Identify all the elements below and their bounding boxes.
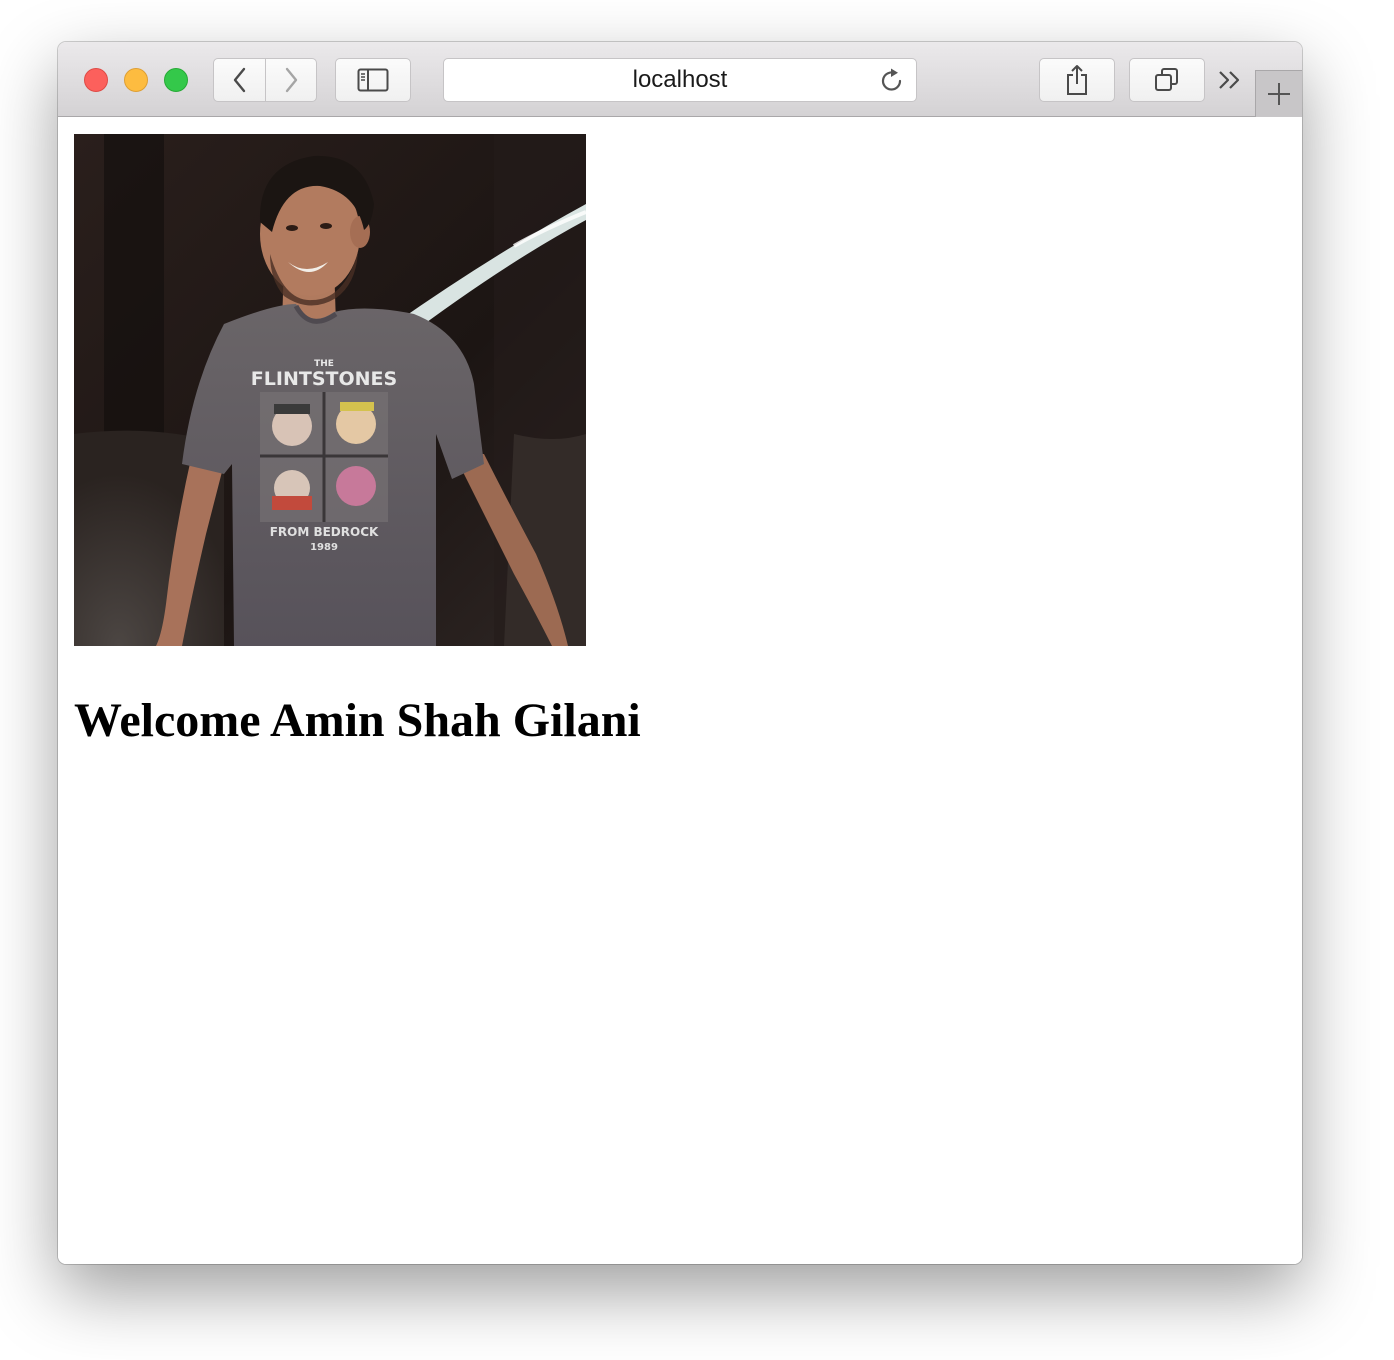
reload-icon (881, 68, 902, 91)
share-button[interactable] (1039, 58, 1115, 102)
share-icon (1067, 65, 1087, 95)
reload-button[interactable] (878, 67, 906, 99)
shirt-text-year: 1989 (310, 542, 338, 553)
back-button[interactable] (213, 58, 266, 102)
tabs-overview-icon (1155, 68, 1178, 91)
profile-photo-illustration: THE FLINTSTONES FROM BEDROCK 1989 (74, 134, 586, 646)
more-toolbar-items-button[interactable] (1216, 66, 1244, 98)
minimize-window-button[interactable] (124, 68, 148, 92)
welcome-heading: Welcome Amin Shah Gilani (74, 694, 641, 747)
zoom-window-button[interactable] (164, 68, 188, 92)
url-text[interactable]: localhost (444, 59, 916, 101)
new-tab-button[interactable] (1255, 70, 1302, 117)
plus-icon (1268, 83, 1290, 105)
shirt-text-bottom: FROM BEDROCK (270, 525, 379, 539)
page-content: THE FLINTSTONES FROM BEDROCK 1989 Welcom… (58, 117, 1302, 1264)
forward-button[interactable] (266, 58, 317, 102)
browser-toolbar: localhost (58, 42, 1302, 117)
chevron-right-icon (285, 67, 298, 93)
double-chevron-icon (1219, 71, 1240, 89)
shirt-text-main: FLINTSTONES (251, 368, 397, 390)
tabs-overview-button[interactable] (1129, 58, 1205, 102)
chevron-left-icon (233, 67, 245, 93)
close-window-button[interactable] (84, 68, 108, 92)
profile-photo: THE FLINTSTONES FROM BEDROCK 1989 (74, 134, 586, 646)
sidebar-icon (357, 68, 389, 92)
browser-window: localhost THE FLINTSTONES FROM BEDROCK 1… (58, 42, 1302, 1264)
address-bar[interactable]: localhost (443, 58, 917, 102)
sidebar-toggle-button[interactable] (335, 58, 411, 102)
